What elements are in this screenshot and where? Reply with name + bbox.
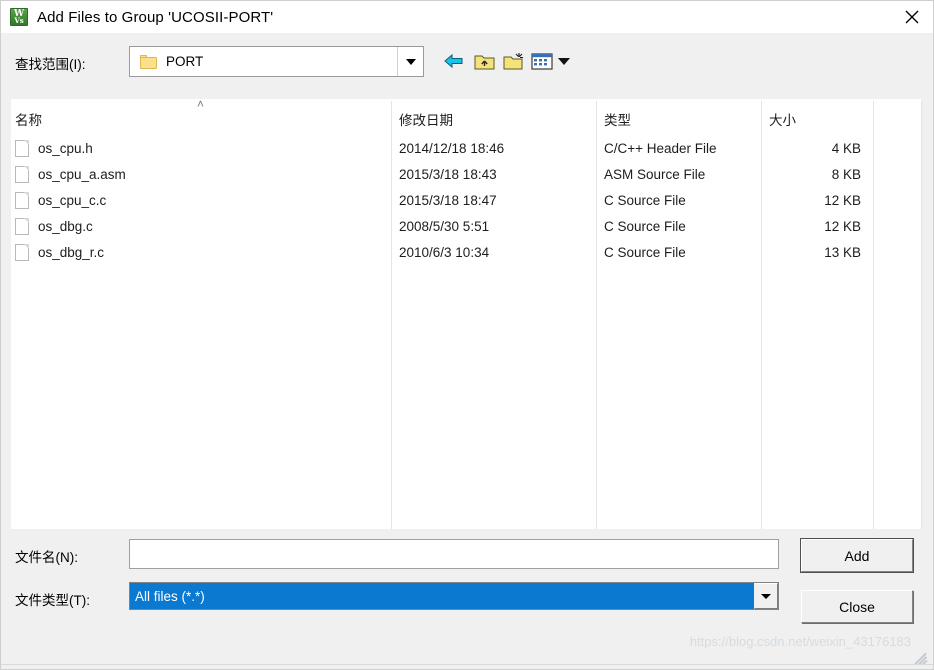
look-in-combobox[interactable]: PORT xyxy=(129,46,424,77)
table-row[interactable]: os_cpu.h 2014/12/18 18:46 C/C++ Header F… xyxy=(1,135,911,161)
file-type-selected-value: All files (*.*) xyxy=(130,583,754,609)
back-arrow-icon xyxy=(443,52,465,70)
up-one-level-button[interactable] xyxy=(471,49,497,73)
file-size: 13 KB xyxy=(824,244,861,260)
file-name: os_dbg_r.c xyxy=(38,244,105,260)
file-name: os_cpu_c.c xyxy=(38,192,107,208)
file-type-label: 文件类型(T): xyxy=(15,593,90,608)
file-date: 2015/3/18 18:47 xyxy=(399,192,497,208)
file-date: 2015/3/18 18:43 xyxy=(399,166,497,182)
column-header-name[interactable]: 名称 xyxy=(15,109,42,129)
title-bar: W Vs Add Files to Group 'UCOSII-PORT' xyxy=(1,1,933,33)
status-bar xyxy=(1,664,933,669)
file-date: 2010/6/3 10:34 xyxy=(399,244,490,260)
look-in-label: 查找范围(I): xyxy=(15,57,86,72)
file-date: 2014/12/18 18:46 xyxy=(399,140,505,156)
file-type-combobox[interactable]: All files (*.*) xyxy=(129,582,779,610)
file-size: 8 KB xyxy=(831,166,861,182)
file-name: os_cpu.h xyxy=(38,140,93,156)
views-button[interactable] xyxy=(529,49,571,73)
table-row[interactable]: os_cpu_c.c 2015/3/18 18:47 C Source File… xyxy=(1,187,911,213)
column-header-size[interactable]: 大小 xyxy=(769,109,796,129)
chevron-down-icon[interactable] xyxy=(557,57,570,66)
file-name-input[interactable] xyxy=(129,539,779,569)
document-icon xyxy=(15,191,29,209)
new-folder-icon xyxy=(503,52,526,71)
column-header-date[interactable]: 修改日期 xyxy=(399,109,453,129)
table-row[interactable]: os_cpu_a.asm 2015/3/18 18:43 ASM Source … xyxy=(1,161,911,187)
document-icon xyxy=(15,217,29,235)
watermark-text: https://blog.csdn.net/weixin_43176183 xyxy=(689,634,911,649)
file-size: 12 KB xyxy=(824,218,861,234)
file-size: 12 KB xyxy=(824,192,861,208)
new-folder-button[interactable] xyxy=(501,49,527,73)
file-date: 2008/5/30 5:51 xyxy=(399,218,490,234)
document-icon xyxy=(15,243,29,261)
close-icon[interactable] xyxy=(889,1,933,33)
views-icon xyxy=(530,52,555,71)
chevron-down-icon[interactable] xyxy=(754,583,778,609)
up-folder-icon xyxy=(474,52,495,71)
keil-uvision-icon: W Vs xyxy=(10,8,28,26)
file-size: 4 KB xyxy=(831,140,861,156)
column-divider[interactable] xyxy=(921,101,922,529)
add-button[interactable]: Add xyxy=(800,538,914,573)
table-row[interactable]: os_dbg.c 2008/5/30 5:51 C Source File 12… xyxy=(1,213,911,239)
add-files-dialog: W Vs Add Files to Group 'UCOSII-PORT' 查找… xyxy=(0,0,934,670)
table-row[interactable]: os_dbg_r.c 2010/6/3 10:34 C Source File … xyxy=(1,239,911,265)
file-name: os_dbg.c xyxy=(38,218,93,234)
column-header-type[interactable]: 类型 xyxy=(604,109,631,129)
file-name-label: 文件名(N): xyxy=(15,550,78,565)
chevron-down-icon[interactable] xyxy=(397,47,423,76)
sort-indicator: ˄ xyxy=(197,97,205,111)
file-name: os_cpu_a.asm xyxy=(38,166,126,182)
folder-icon xyxy=(140,54,157,69)
look-in-value: PORT xyxy=(166,54,204,69)
document-icon xyxy=(15,165,29,183)
document-icon xyxy=(15,139,29,157)
close-button[interactable]: Close xyxy=(801,590,913,623)
window-title: Add Files to Group 'UCOSII-PORT' xyxy=(37,8,274,26)
back-button[interactable] xyxy=(441,49,467,73)
